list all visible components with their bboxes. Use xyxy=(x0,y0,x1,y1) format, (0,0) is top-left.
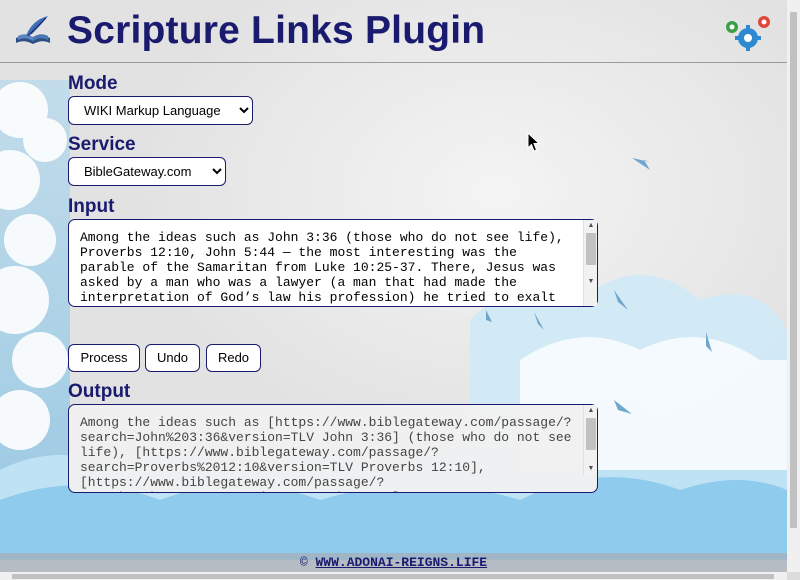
service-label: Service xyxy=(68,134,136,155)
scrollbar-corner xyxy=(787,572,800,580)
process-button[interactable]: Process xyxy=(68,344,140,372)
redo-button[interactable]: Redo xyxy=(206,344,261,372)
mouse-cursor-icon xyxy=(527,132,540,152)
input-textarea[interactable]: Among the ideas such as John 3:36 (those… xyxy=(68,219,598,307)
gears-icon[interactable] xyxy=(722,13,774,51)
page-title: Scripture Links Plugin xyxy=(67,9,486,52)
page-horizontal-scrollbar[interactable] xyxy=(0,572,787,580)
mode-select[interactable]: WIKI Markup Language xyxy=(68,96,253,125)
input-scrollbar[interactable]: ▲ ▼ xyxy=(583,220,597,306)
service-select[interactable]: BibleGateway.com xyxy=(68,157,226,186)
footer-link[interactable]: WWW.ADONAI-REIGNS.LIFE xyxy=(315,555,487,570)
copyright-symbol: © xyxy=(299,555,308,570)
output-label: Output xyxy=(68,381,131,402)
bible-quill-icon xyxy=(16,16,50,44)
page-vertical-scrollbar[interactable] xyxy=(787,0,800,572)
undo-button[interactable]: Undo xyxy=(145,344,200,372)
output-scrollbar[interactable]: ▲ ▼ xyxy=(583,405,597,475)
output-textarea[interactable]: Among the ideas such as [https://www.bib… xyxy=(68,404,598,493)
mode-label: Mode xyxy=(68,73,118,94)
footer-bar: © WWW.ADONAI-REIGNS.LIFE xyxy=(0,553,787,572)
input-label: Input xyxy=(68,196,115,217)
app-header: Scripture Links Plugin xyxy=(0,0,787,63)
